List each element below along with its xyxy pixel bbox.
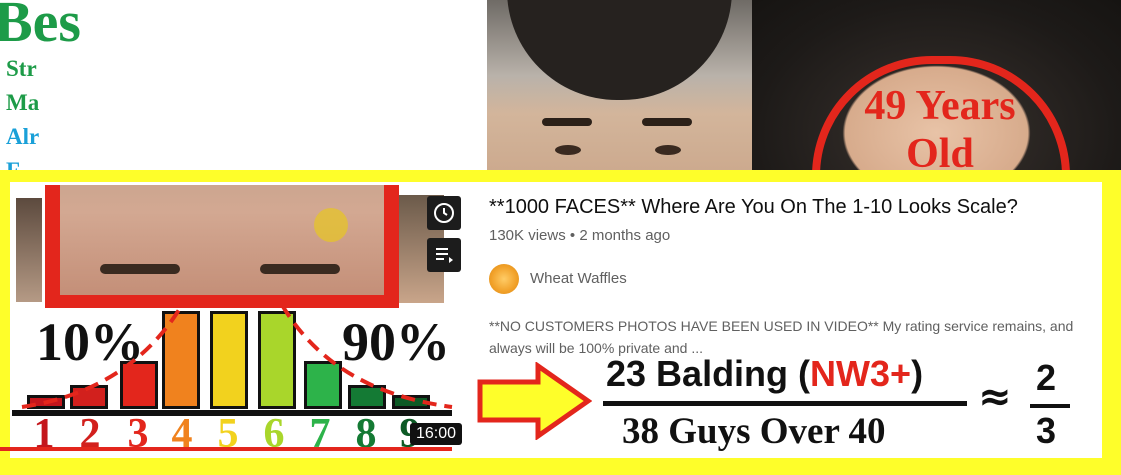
background-line-2: Ma <box>6 90 40 115</box>
fraction-denominator: 38 Guys Over 40 <box>622 411 886 452</box>
scale-underline <box>0 447 452 451</box>
background-line-3: Alr <box>6 124 40 149</box>
watch-later-button[interactable] <box>427 196 461 230</box>
brow-right <box>260 264 340 274</box>
video-description-line-1: **NO CUSTOMERS PHOTOS HAVE BEEN USED IN … <box>489 318 1074 334</box>
background-photo-man <box>487 0 752 190</box>
numerator-suffix: ) <box>911 353 924 394</box>
channel-avatar[interactable] <box>489 264 519 294</box>
yellow-arrow-icon <box>477 362 592 440</box>
video-meta: 130K views • 2 months ago <box>489 227 670 244</box>
background-text-panel: Bes Str Ma Alr F <box>0 0 487 190</box>
background-heading: Bes <box>0 0 81 54</box>
numerator-highlight: NW3+ <box>810 353 912 394</box>
channel-name[interactable]: Wheat Waffles <box>530 270 627 287</box>
numerator-prefix: 23 Balding ( <box>606 353 811 394</box>
add-to-queue-icon <box>436 248 453 263</box>
video-title[interactable]: **1000 FACES** Where Are You On The 1-10… <box>489 196 1018 219</box>
fraction-numerator: 23 Balding (NW3+) <box>606 353 923 395</box>
brow-left <box>100 264 180 274</box>
approx-symbol: ≈ <box>978 374 1012 420</box>
mouse-cursor-highlight <box>314 208 348 242</box>
age-label: 49 Years Old <box>820 82 1060 178</box>
fraction-bar <box>603 401 967 406</box>
add-to-queue-button[interactable] <box>427 238 461 272</box>
age-label-line-1: 49 Years <box>864 83 1016 129</box>
result-fraction-bar <box>1030 404 1070 408</box>
meta-separator: • <box>569 227 576 244</box>
background-line-1: Str <box>6 56 37 81</box>
video-duration-badge: 16:00 <box>410 423 463 445</box>
result-numerator: 2 <box>1036 357 1057 398</box>
result-denominator: 3 <box>1036 410 1057 451</box>
thumbnail-side-photo-left <box>16 198 42 302</box>
upload-age: 2 months ago <box>579 227 671 244</box>
bell-curve <box>21 303 453 409</box>
view-count: 130K views <box>489 227 566 244</box>
clock-icon <box>434 203 454 223</box>
